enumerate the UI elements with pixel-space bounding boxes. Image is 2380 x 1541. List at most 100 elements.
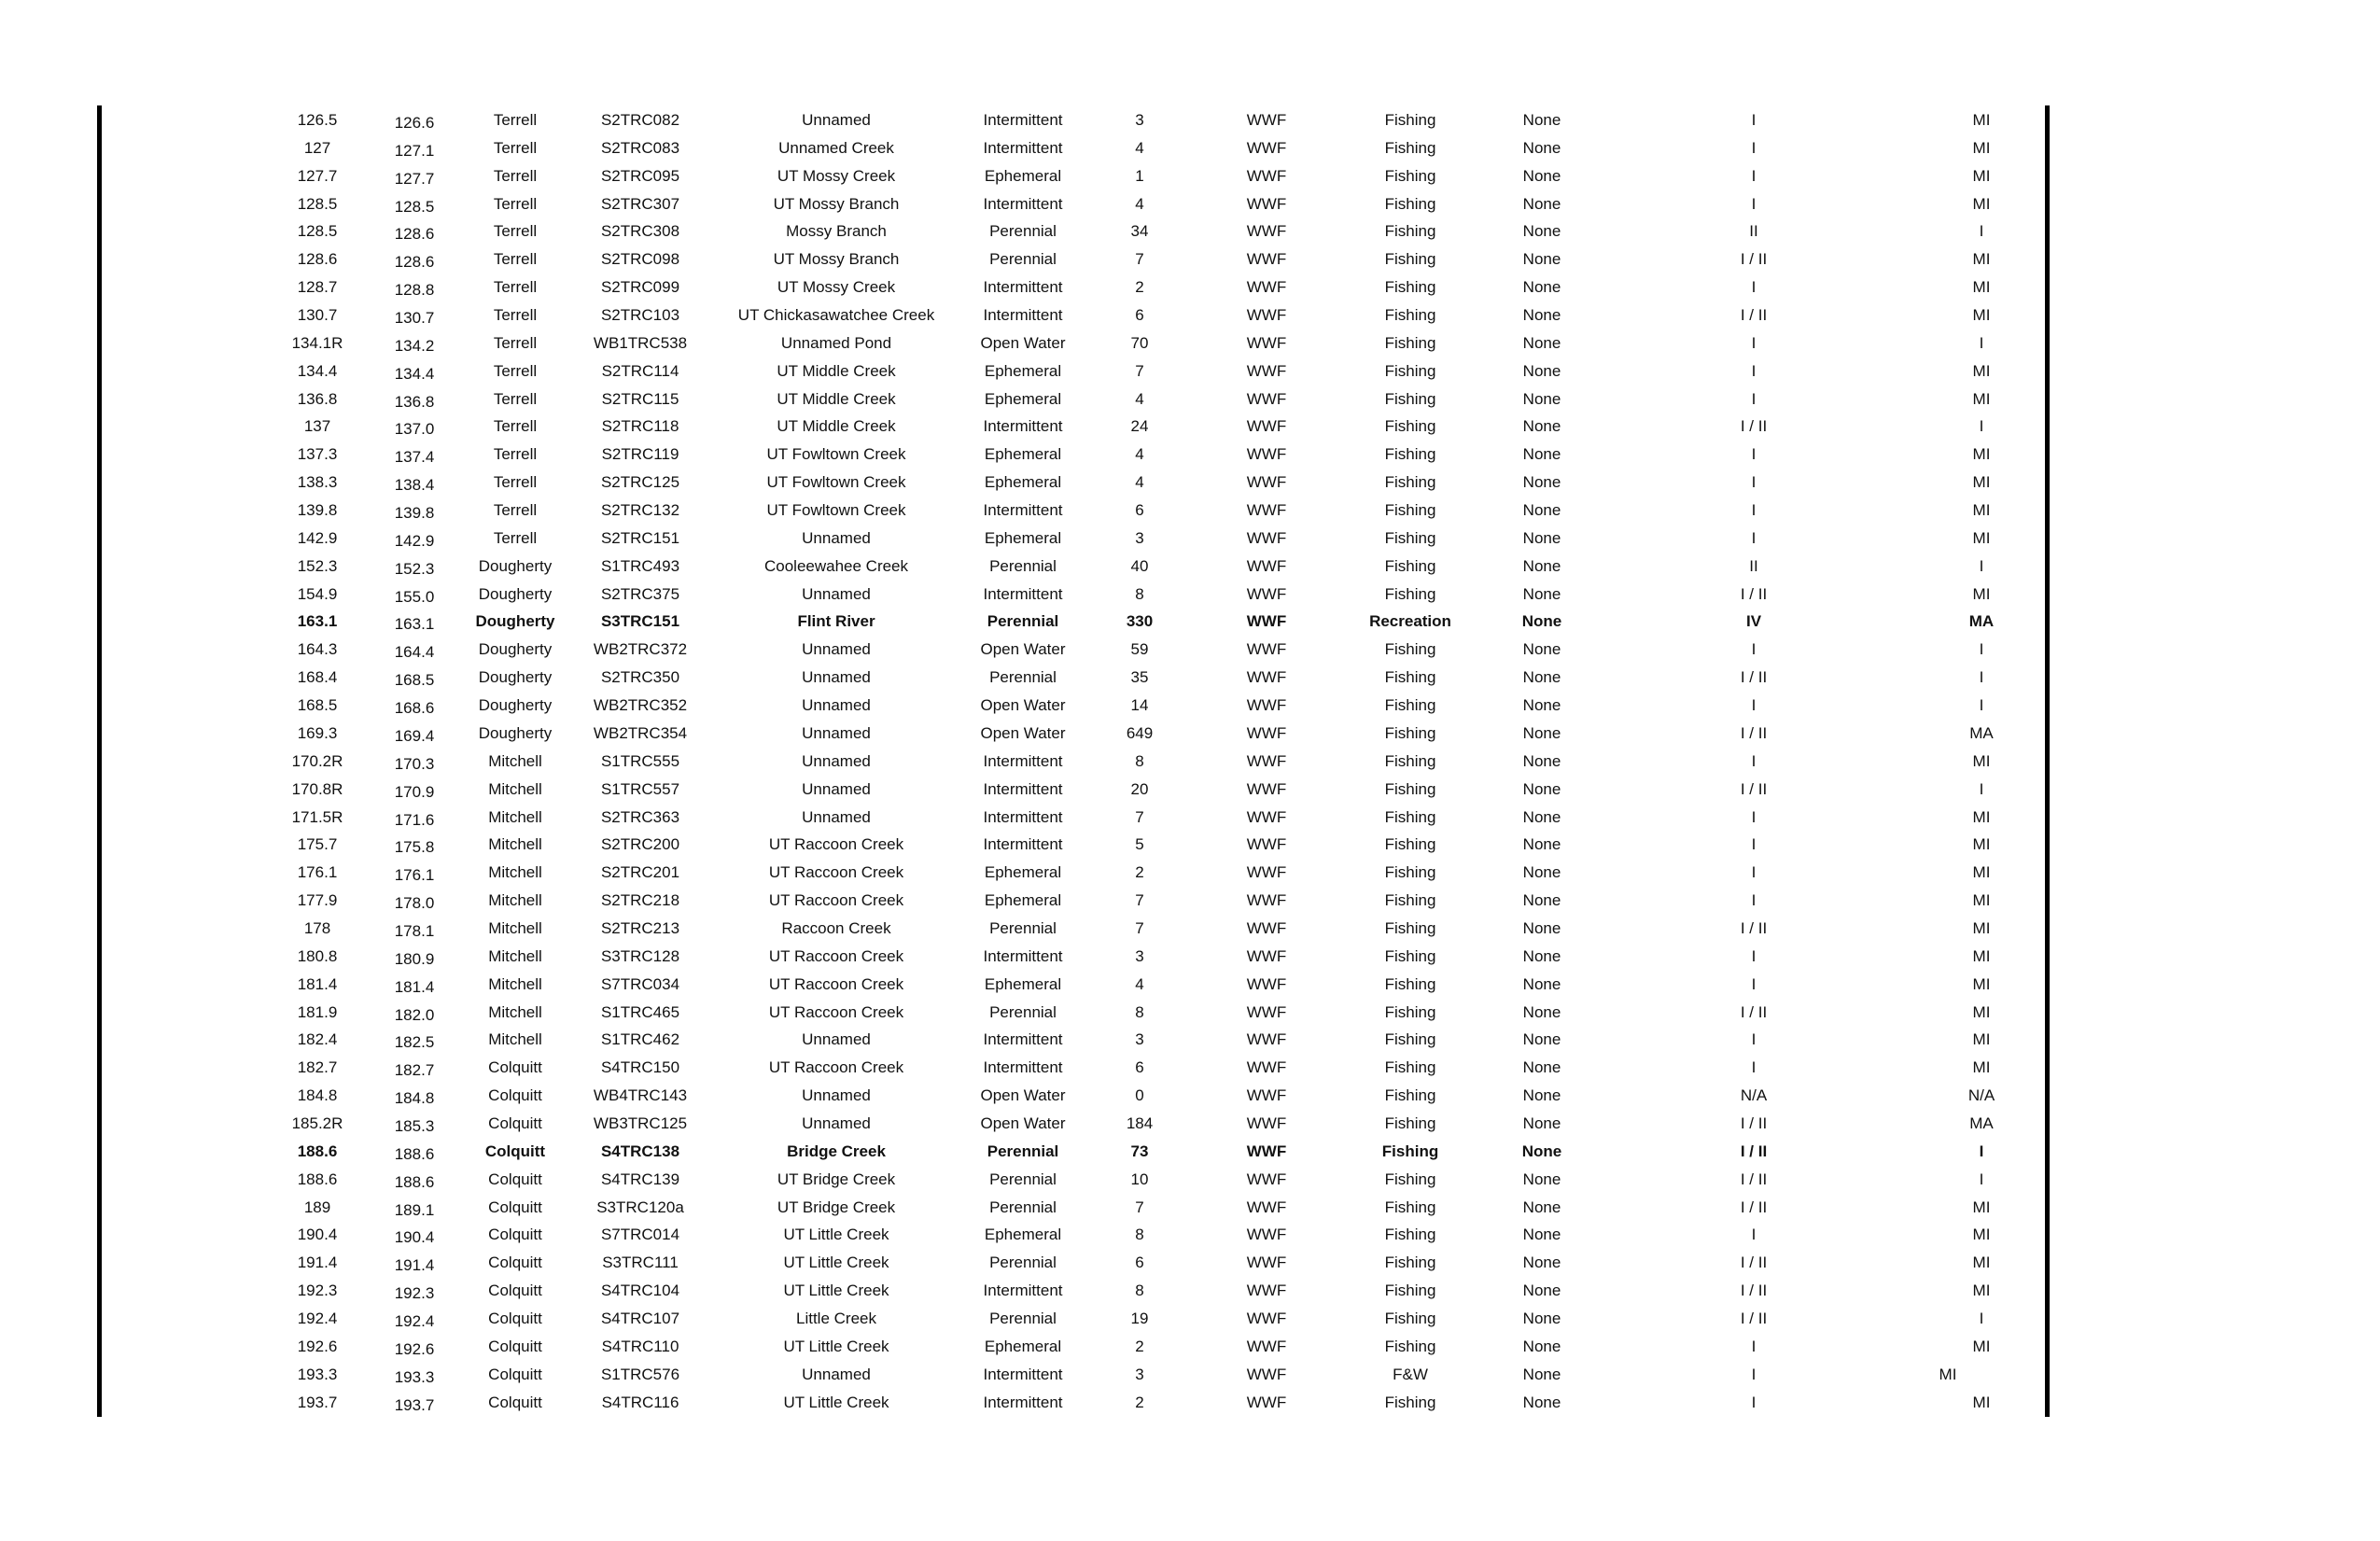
waterbody-name-cell: Unnamed xyxy=(802,1114,871,1132)
waterbody-id-cell: S2TRC375 xyxy=(600,584,680,603)
fishery-type-cell: WWF xyxy=(1246,333,1287,352)
flow-type-cell: Open Water xyxy=(980,1086,1066,1105)
category-cell: I / II xyxy=(1740,1198,1768,1216)
designated-use-cell: Fishing xyxy=(1384,1337,1436,1355)
flow-type-cell: Perennial xyxy=(989,1309,1057,1327)
crossing-class-cell: MA xyxy=(1969,1114,1994,1132)
waterbody-id-cell: S1TRC576 xyxy=(600,1365,680,1383)
waterbody-name-cell: UT Middle Creek xyxy=(777,361,896,380)
milepost-start-cell: 130.7 xyxy=(297,306,338,325)
crossing-width-cell: 73 xyxy=(1130,1142,1149,1160)
sensitivity-cell: None xyxy=(1522,306,1561,325)
designated-use-cell: Fishing xyxy=(1384,417,1436,436)
crossing-class-cell: MI xyxy=(1972,306,1991,325)
fishery-type-cell: WWF xyxy=(1246,612,1287,631)
crossing-width-cell: 2 xyxy=(1135,1393,1144,1411)
table-row: 164.3 164.4 Dougherty WB2TRC372 Unnamed … xyxy=(0,636,2380,664)
designated-use-cell: Fishing xyxy=(1384,138,1436,157)
category-cell: I / II xyxy=(1740,417,1768,436)
table-row: 191.4 191.4 Colquitt S3TRC111 UT Little … xyxy=(0,1249,2380,1277)
waterbody-name-cell: Mossy Branch xyxy=(786,222,887,241)
milepost-start-cell: 154.9 xyxy=(297,584,338,603)
milepost-start-cell: 128.5 xyxy=(297,194,338,213)
flow-type-cell: Intermittent xyxy=(983,138,1063,157)
sensitivity-cell: None xyxy=(1522,640,1561,659)
crossing-class-cell: MI xyxy=(1972,1030,1991,1049)
table-row: 137 137.0 Terrell S2TRC118 UT Middle Cre… xyxy=(0,413,2380,441)
crossing-class-cell: MI xyxy=(1972,389,1991,408)
crossing-width-cell: 3 xyxy=(1135,1365,1144,1383)
waterbody-id-cell: S2TRC083 xyxy=(600,138,680,157)
designated-use-cell: F&W xyxy=(1393,1365,1428,1383)
crossing-class-cell: MI xyxy=(1972,1254,1991,1272)
milepost-start-cell: 128.5 xyxy=(297,222,338,241)
milepost-start-cell: 177.9 xyxy=(297,891,338,910)
waterbody-name-cell: UT Raccoon Creek xyxy=(768,1058,904,1077)
milepost-end-cell: 134.2 xyxy=(394,336,435,355)
milepost-end-cell: 139.8 xyxy=(394,504,435,523)
category-cell: I / II xyxy=(1740,779,1768,798)
waterbody-id-cell: S2TRC098 xyxy=(600,250,680,269)
county-cell: Dougherty xyxy=(478,640,553,659)
sensitivity-cell: None xyxy=(1522,835,1561,854)
crossing-width-cell: 3 xyxy=(1135,528,1144,547)
waterbody-name-cell: Unnamed xyxy=(802,668,871,687)
waterbody-name-cell: Unnamed xyxy=(802,584,871,603)
category-cell: I xyxy=(1751,974,1757,993)
sensitivity-cell: None xyxy=(1522,1058,1561,1077)
fishery-type-cell: WWF xyxy=(1246,974,1287,993)
sensitivity-cell: None xyxy=(1522,1337,1561,1355)
milepost-end-cell: 182.5 xyxy=(394,1033,435,1052)
table-row: 163.1 163.1 Dougherty S3TRC151 Flint Riv… xyxy=(0,608,2380,636)
table-row: 128.7 128.8 Terrell S2TRC099 UT Mossy Cr… xyxy=(0,273,2380,301)
designated-use-cell: Fishing xyxy=(1381,1142,1439,1160)
table-row: 188.6 188.6 Colquitt S4TRC139 UT Bridge … xyxy=(0,1166,2380,1194)
milepost-end-cell: 170.3 xyxy=(394,754,435,773)
waterbody-name-cell: UT Raccoon Creek xyxy=(768,1002,904,1021)
crossing-class-cell: MI xyxy=(1972,361,1991,380)
milepost-start-cell: 192.3 xyxy=(297,1282,338,1300)
fishery-type-cell: WWF xyxy=(1246,1365,1287,1383)
fishery-type-cell: WWF xyxy=(1246,250,1287,269)
sensitivity-cell: None xyxy=(1522,111,1561,129)
fishery-type-cell: WWF xyxy=(1246,863,1287,882)
waterbody-name-cell: Unnamed Pond xyxy=(780,333,892,352)
flow-type-cell: Perennial xyxy=(989,1254,1057,1272)
waterbody-name-cell: UT Mossy Branch xyxy=(773,250,900,269)
waterbody-name-cell: UT Bridge Creek xyxy=(777,1170,896,1188)
flow-type-cell: Ephemeral xyxy=(984,166,1062,185)
fishery-type-cell: WWF xyxy=(1246,1198,1287,1216)
sensitivity-cell: None xyxy=(1522,389,1561,408)
crossing-width-cell: 34 xyxy=(1130,222,1149,241)
fishery-type-cell: WWF xyxy=(1246,1114,1287,1132)
waterbody-name-cell: Flint River xyxy=(797,612,875,631)
crossing-width-cell: 24 xyxy=(1130,417,1149,436)
fishery-type-cell: WWF xyxy=(1246,584,1287,603)
milepost-end-cell: 169.4 xyxy=(394,726,435,745)
flow-type-cell: Perennial xyxy=(989,556,1057,575)
crossing-class-cell: MI xyxy=(1972,1337,1991,1355)
category-cell: I xyxy=(1751,1226,1757,1244)
milepost-start-cell: 134.4 xyxy=(297,361,338,380)
crossing-width-cell: 7 xyxy=(1135,918,1144,937)
sensitivity-cell: None xyxy=(1522,668,1561,687)
county-cell: Colquitt xyxy=(488,1282,542,1300)
designated-use-cell: Fishing xyxy=(1384,1282,1436,1300)
table-row: 192.4 192.4 Colquitt S4TRC107 Little Cre… xyxy=(0,1305,2380,1333)
sensitivity-cell: None xyxy=(1522,501,1561,520)
milepost-start-cell: 181.9 xyxy=(297,1002,338,1021)
designated-use-cell: Fishing xyxy=(1384,166,1436,185)
milepost-start-cell: 128.6 xyxy=(297,250,338,269)
designated-use-cell: Fishing xyxy=(1384,1309,1436,1327)
fishery-type-cell: WWF xyxy=(1246,528,1287,547)
table-row: 170.8R 170.9 Mitchell S1TRC557 Unnamed I… xyxy=(0,776,2380,804)
milepost-start-cell: 181.4 xyxy=(297,974,338,993)
designated-use-cell: Fishing xyxy=(1384,891,1436,910)
waterbody-name-cell: Unnamed xyxy=(802,1365,871,1383)
crossing-width-cell: 7 xyxy=(1135,250,1144,269)
sensitivity-cell: None xyxy=(1522,1170,1561,1188)
crossing-class-cell: MI xyxy=(1972,1002,1991,1021)
fishery-type-cell: WWF xyxy=(1246,696,1287,715)
milepost-end-cell: 163.1 xyxy=(394,615,435,634)
crossing-class-cell: MI xyxy=(1972,194,1991,213)
